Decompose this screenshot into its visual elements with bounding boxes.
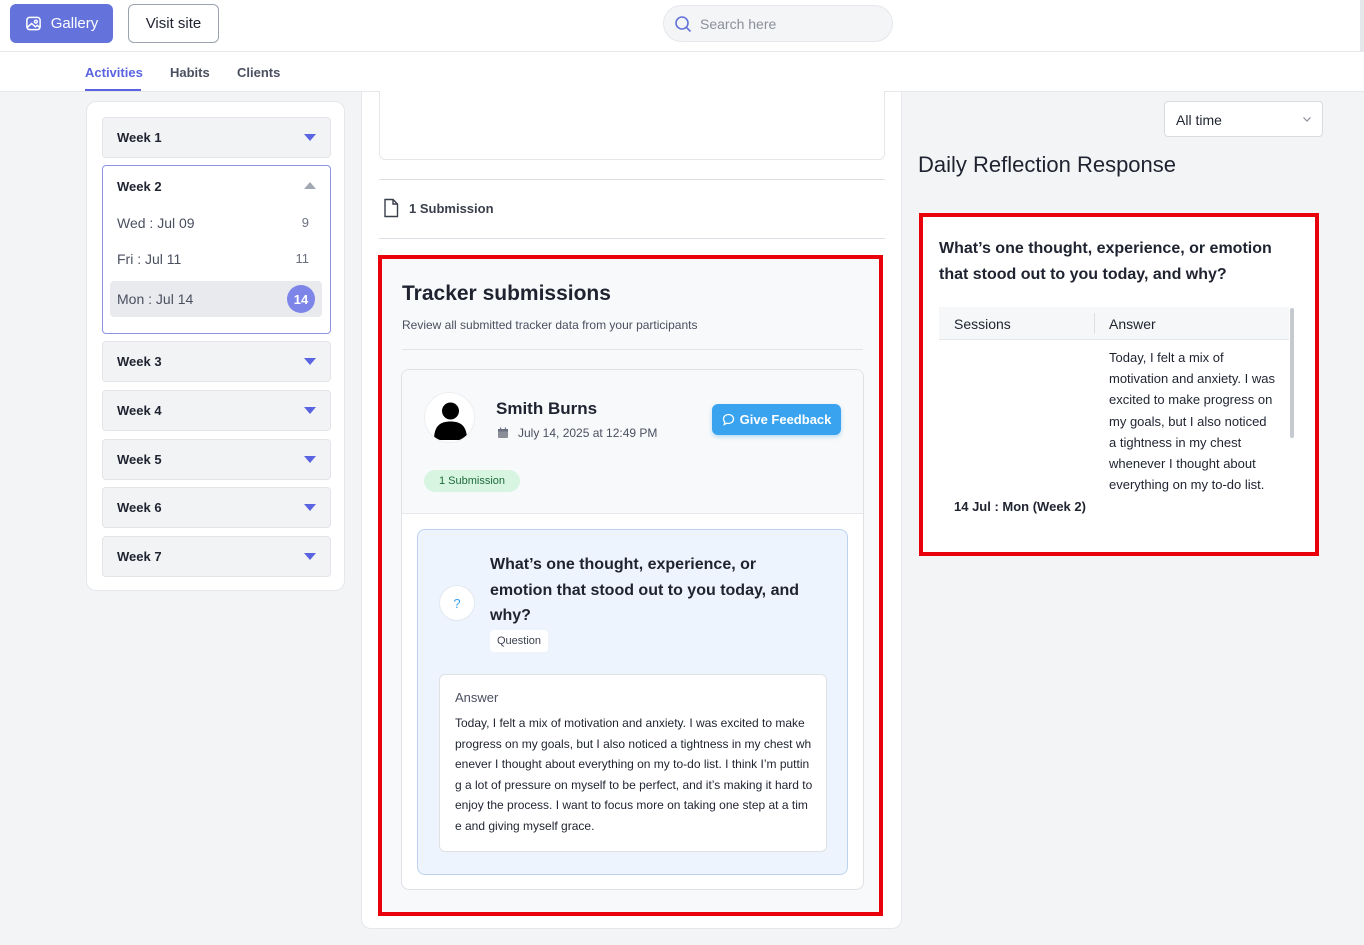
day-item-mon-jul-14[interactable]: Mon : Jul 14 14	[110, 281, 322, 317]
divider	[402, 349, 863, 350]
submission-date: July 14, 2025 at 12:49 PM	[497, 426, 657, 440]
column-header-answer: Answer	[1109, 316, 1156, 332]
answer-label: Answer	[455, 690, 499, 705]
table-cell-session: 14 Jul : Mon (Week 2)	[954, 499, 1086, 514]
week-5-item[interactable]: Week 5	[102, 439, 331, 480]
search-input[interactable]: Search here	[663, 5, 893, 42]
week-label: Week 4	[117, 403, 162, 418]
give-feedback-button[interactable]: Give Feedback	[712, 404, 841, 435]
chevron-down-icon	[304, 456, 316, 463]
participant-name: Smith Burns	[496, 399, 598, 418]
week-1-item[interactable]: Week 1	[102, 117, 331, 158]
question-block: ? What’s one thought, experience, or emo…	[417, 529, 848, 875]
document-icon	[384, 198, 399, 218]
divider	[379, 179, 885, 180]
user-icon	[434, 402, 467, 440]
day-item-wed-jul-09[interactable]: Wed : Jul 09 9	[110, 205, 322, 241]
week-6-item[interactable]: Week 6	[102, 487, 331, 528]
chevron-up-icon[interactable]	[304, 182, 316, 189]
week-label: Week 3	[117, 354, 162, 369]
submission-date-text: July 14, 2025 at 12:49 PM	[518, 426, 658, 440]
week-7-item[interactable]: Week 7	[102, 536, 331, 577]
column-divider	[1094, 313, 1095, 334]
time-range-value: All time	[1176, 112, 1222, 128]
submission-count: 1 Submission	[382, 198, 494, 218]
gallery-button-label: Gallery	[50, 15, 99, 32]
chevron-down-icon	[304, 553, 316, 560]
activity-content-box	[379, 91, 885, 160]
day-label: Fri : Jul 11	[117, 251, 182, 267]
week-label: Week 7	[117, 549, 162, 564]
chevron-down-icon	[304, 407, 316, 414]
gallery-icon	[25, 16, 41, 31]
table-cell-answer: Today, I felt a mix of motivation and an…	[1109, 350, 1275, 493]
avatar	[424, 392, 475, 443]
tab-bar: Activities Habits Clients	[0, 52, 1364, 92]
chevron-down-icon	[304, 358, 316, 365]
daily-reflection-title: Daily Reflection Response	[918, 152, 1177, 177]
reflection-question: What’s one thought, experience, or emoti…	[939, 240, 1272, 283]
week-label: Week 2	[117, 179, 162, 194]
week-sidebar: Week 1 Week 2 Wed : Jul 09 9 Fri : Jul 1…	[86, 101, 345, 591]
give-feedback-label: Give Feedback	[739, 412, 832, 427]
chevron-down-icon	[304, 504, 316, 511]
submission-card: Smith Burns July 14, 2025 at 12:49 PM Gi…	[401, 369, 864, 890]
week-2-item[interactable]: Week 2 Wed : Jul 09 9 Fri : Jul 11 11 Mo…	[102, 165, 331, 334]
chat-bubble-icon	[722, 413, 734, 426]
section-subtitle: Review all submitted tracker data from y…	[402, 318, 698, 332]
column-header-sessions: Sessions	[954, 316, 1011, 332]
tab-habits[interactable]: Habits	[170, 65, 210, 80]
answer-block: Answer Today, I felt a mix of motivation…	[439, 674, 827, 852]
day-count: 11	[295, 251, 310, 266]
chevron-down-icon	[304, 134, 316, 141]
day-count-badge: 14	[287, 285, 315, 313]
day-label: Wed : Jul 09	[117, 215, 195, 231]
gallery-button[interactable]: Gallery	[10, 4, 113, 43]
day-item-fri-jul-11[interactable]: Fri : Jul 11 11	[110, 241, 322, 277]
activity-detail-panel: 1 Submission Tracker submissions Review …	[361, 91, 902, 929]
question-text: What’s one thought, experience, or emoti…	[490, 556, 800, 624]
time-range-select[interactable]: All time	[1164, 101, 1323, 137]
search-icon	[675, 15, 692, 32]
week-3-item[interactable]: Week 3	[102, 341, 331, 382]
day-count: 9	[301, 215, 309, 230]
calendar-icon	[498, 427, 508, 438]
week-label: Week 5	[117, 452, 162, 467]
tab-clients[interactable]: Clients	[237, 65, 280, 80]
tracker-submissions-section: Tracker submissions Review all submitted…	[378, 255, 883, 916]
reflection-response-panel: What’s one thought, experience, or emoti…	[919, 213, 1319, 556]
week-label: Week 1	[117, 130, 162, 145]
page-scrollbar[interactable]	[1360, 0, 1364, 52]
question-tag: Question	[490, 630, 549, 652]
tab-activities[interactable]: Activities	[85, 65, 143, 80]
submission-count-label: 1 Submission	[409, 200, 494, 216]
week-4-item[interactable]: Week 4	[102, 390, 331, 431]
submission-badge: 1 Submission	[424, 470, 521, 492]
day-label: Mon : Jul 14	[117, 291, 194, 307]
divider	[379, 238, 885, 239]
table-scrollbar[interactable]	[1290, 308, 1294, 438]
visit-site-label: Visit site	[145, 15, 202, 32]
active-tab-indicator	[85, 89, 141, 91]
participant-header: Smith Burns July 14, 2025 at 12:49 PM Gi…	[402, 370, 863, 514]
chevron-down-icon	[1303, 117, 1311, 122]
search-placeholder: Search here	[700, 15, 777, 32]
table-header: Sessions Answer	[939, 307, 1289, 340]
answer-text: Today, I felt a mix of motivation and an…	[455, 716, 813, 833]
question-icon: ?	[439, 585, 475, 621]
section-title: Tracker submissions	[402, 282, 611, 305]
top-bar: Gallery Visit site Search here	[0, 0, 1364, 52]
visit-site-button[interactable]: Visit site	[128, 4, 219, 43]
week-label: Week 6	[117, 500, 162, 515]
